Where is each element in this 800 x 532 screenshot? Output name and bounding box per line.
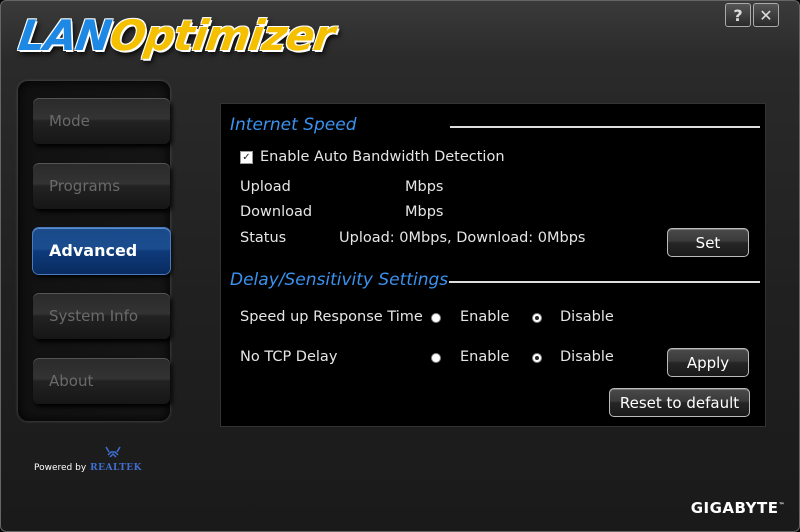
sidebar-item-system-info[interactable]: System Info	[33, 293, 170, 339]
gigabyte-logo: GIGABYTE™	[691, 499, 785, 517]
realtek-logo: REALTEK	[90, 446, 142, 473]
tcp-disable-label: Disable	[560, 349, 614, 365]
logo-optimizer-text: Optimizer	[106, 11, 337, 60]
sidebar-item-advanced[interactable]: Advanced	[33, 228, 170, 274]
powered-by: Powered by REALTEK	[34, 446, 142, 473]
brand-text: GIGABYTE	[690, 499, 779, 517]
delay-settings-divider	[449, 281, 760, 283]
title-buttons: ? ✕	[725, 3, 779, 27]
realtek-text: REALTEK	[90, 463, 142, 473]
tcp-delay-label: No TCP Delay	[240, 349, 338, 365]
realtek-crab-icon	[105, 446, 121, 458]
trademark-icon: ™	[778, 502, 785, 509]
logo-lan-text: LAN	[15, 11, 114, 60]
response-disable-label: Disable	[560, 309, 614, 325]
reset-default-button[interactable]: Reset to default	[609, 388, 750, 417]
close-button[interactable]: ✕	[753, 3, 779, 27]
tcp-disable-radio[interactable]	[532, 353, 542, 363]
powered-by-label: Powered by	[34, 463, 87, 473]
internet-speed-divider	[450, 126, 760, 128]
tcp-enable-radio[interactable]	[431, 353, 441, 363]
apply-button[interactable]: Apply	[667, 348, 749, 377]
status-value: Upload: 0Mbps, Download: 0Mbps	[339, 230, 586, 246]
tcp-enable-label: Enable	[460, 349, 510, 365]
sidebar-item-about[interactable]: About	[33, 358, 170, 404]
upload-label: Upload	[240, 179, 291, 195]
auto-bandwidth-checkbox[interactable]: ✓	[240, 151, 253, 164]
response-enable-label: Enable	[460, 309, 510, 325]
advanced-panel: Internet Speed ✓ Enable Auto Bandwidth D…	[220, 103, 766, 427]
status-label: Status	[240, 230, 287, 246]
delay-settings-title: Delay/Sensitivity Settings	[230, 270, 449, 290]
internet-speed-title: Internet Speed	[230, 115, 357, 135]
upload-unit: Mbps	[405, 179, 444, 195]
app-logo: LANOptimizer	[16, 11, 337, 60]
auto-bandwidth-label: Enable Auto Bandwidth Detection	[260, 149, 505, 165]
sidebar-item-mode[interactable]: Mode	[33, 98, 170, 144]
download-unit: Mbps	[405, 204, 444, 220]
response-time-label: Speed up Response Time	[240, 309, 423, 325]
download-label: Download	[240, 204, 313, 220]
response-enable-radio[interactable]	[431, 313, 441, 323]
help-button[interactable]: ?	[725, 3, 751, 27]
app-window: LANOptimizer ? ✕ Mode Programs Advanced …	[0, 0, 800, 532]
response-disable-radio[interactable]	[532, 313, 542, 323]
sidebar-item-programs[interactable]: Programs	[33, 163, 170, 209]
sidebar: Mode Programs Advanced System Info About	[18, 81, 170, 421]
set-button[interactable]: Set	[667, 228, 749, 257]
